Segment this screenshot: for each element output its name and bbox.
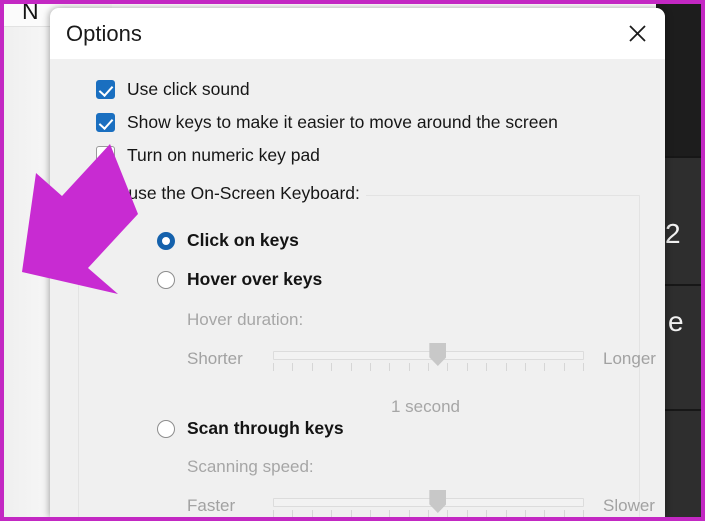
slider-tick (312, 510, 313, 517)
slider-tick (428, 510, 429, 517)
checkbox-use-click-sound-label: Use click sound (127, 79, 250, 100)
slider-tick (447, 510, 448, 517)
checkbox-show-keys[interactable]: Show keys to make it easier to move arou… (96, 112, 558, 133)
checkbox-show-keys-box[interactable] (96, 113, 115, 132)
scanning-speed-caption: Scanning speed: (187, 457, 314, 477)
dialog-body: Use click sound Show keys to make it eas… (50, 59, 665, 517)
slider-tick (506, 510, 507, 517)
slider-tick (409, 510, 410, 517)
scanning-speed-slider-block: Scanning speed: Faster Slower (79, 196, 641, 517)
slider-tick (331, 510, 332, 517)
slider-tick (467, 510, 468, 517)
background-window-title: N (22, 0, 39, 25)
slider-tick (564, 510, 565, 517)
slider-tick (292, 510, 293, 517)
scanning-speed-slider-ticks (273, 510, 584, 517)
dialog-title: Options (66, 21, 142, 47)
checkbox-numeric-key-pad-label: Turn on numeric key pad (127, 145, 320, 166)
close-icon (627, 23, 648, 44)
slider-tick (273, 510, 274, 517)
slider-tick (544, 510, 545, 517)
keyboard-usage-groupbox: To use the On-Screen Keyboard: Click on … (78, 195, 640, 517)
checkbox-numeric-key-pad-box[interactable] (96, 146, 115, 165)
scanning-speed-slider-track[interactable] (273, 498, 584, 507)
annotated-screenshot: N 2 e Options Use click sou (0, 0, 705, 521)
close-button[interactable] (615, 12, 659, 54)
scanning-speed-right-label: Slower (603, 496, 655, 516)
checkbox-numeric-key-pad[interactable]: Turn on numeric key pad (96, 145, 320, 166)
slider-tick (389, 510, 390, 517)
slider-tick (583, 510, 584, 517)
dialog-titlebar: Options (50, 8, 665, 59)
checkbox-use-click-sound[interactable]: Use click sound (96, 79, 250, 100)
checkbox-use-click-sound-box[interactable] (96, 80, 115, 99)
slider-tick (351, 510, 352, 517)
checkbox-show-keys-label: Show keys to make it easier to move arou… (127, 112, 558, 133)
slider-tick (486, 510, 487, 517)
scanning-speed-left-label: Faster (187, 496, 235, 516)
options-dialog: Options Use click sound Show keys to mak… (50, 8, 665, 517)
slider-tick (525, 510, 526, 517)
slider-tick (370, 510, 371, 517)
